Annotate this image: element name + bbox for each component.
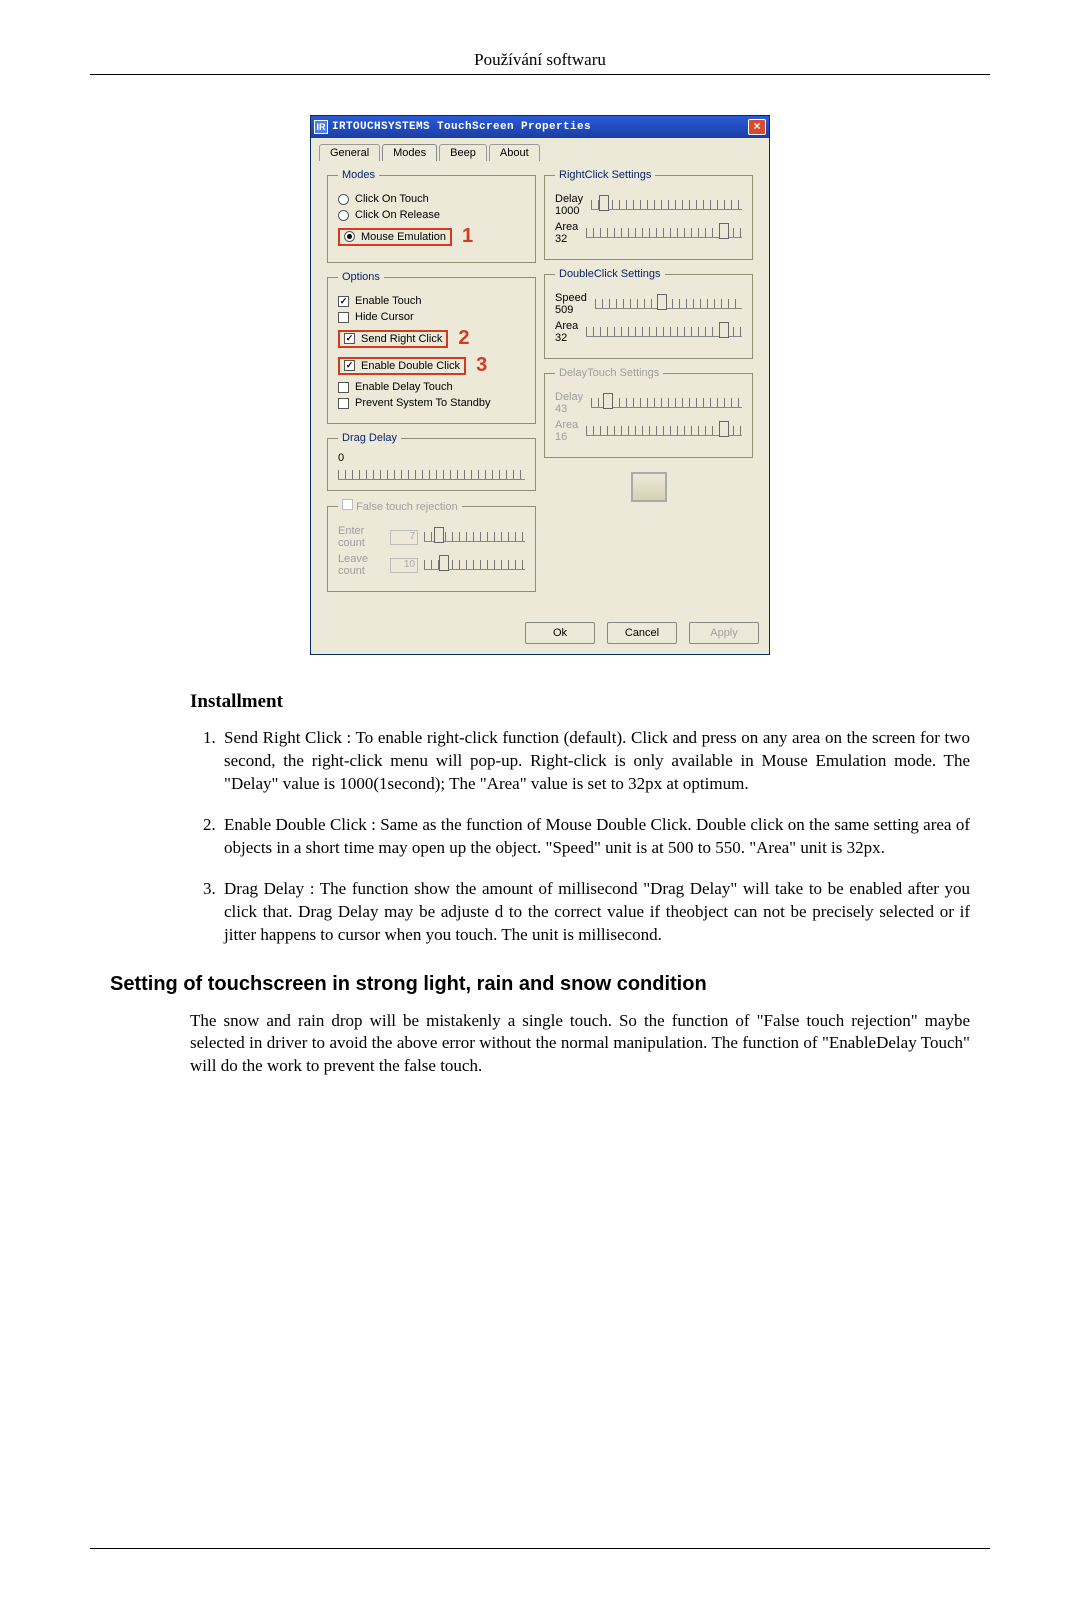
rc-delay-label: Delay: [555, 193, 583, 205]
radio-click-on-touch[interactable]: [338, 194, 349, 205]
drag-delay-legend: Drag Delay: [338, 432, 401, 444]
env-heading: Setting of touchscreen in strong light, …: [110, 973, 970, 996]
dc-area-label: Area: [555, 320, 578, 332]
doubleclick-preview-icon: [631, 472, 667, 502]
label-prevent-standby: Prevent System To Standby: [355, 397, 491, 409]
chk-send-right-click[interactable]: [344, 333, 355, 344]
chk-enable-delay-touch[interactable]: [338, 382, 349, 393]
rc-area-value: 32: [555, 233, 578, 245]
app-icon: IR: [314, 120, 328, 134]
installment-list: Send Right Click : To enable right-click…: [220, 727, 970, 947]
tab-general[interactable]: General: [319, 144, 380, 161]
ok-button[interactable]: Ok: [525, 622, 595, 644]
options-legend: Options: [338, 271, 384, 283]
drag-delay-group: Drag Delay 0: [327, 432, 536, 491]
modes-tab-panel: Modes Click On Touch Click On Release Mo…: [319, 161, 761, 608]
rc-area-slider[interactable]: [586, 228, 742, 238]
enter-count-value[interactable]: 7: [390, 530, 418, 545]
false-touch-group: False touch rejection Enter count 7 Leav…: [327, 499, 536, 592]
leave-count-value[interactable]: 10: [390, 558, 418, 573]
chk-enable-touch[interactable]: [338, 296, 349, 307]
leave-count-slider[interactable]: [424, 560, 525, 570]
list-item: Send Right Click : To enable right-click…: [220, 727, 970, 796]
dc-area-value: 32: [555, 332, 578, 344]
delaytouch-legend: DelayTouch Settings: [555, 367, 663, 379]
chk-hide-cursor[interactable]: [338, 312, 349, 323]
dc-speed-value: 509: [555, 304, 587, 316]
radio-mouse-emulation[interactable]: [344, 231, 355, 242]
cancel-button[interactable]: Cancel: [607, 622, 677, 644]
dt-delay-label: Delay: [555, 391, 583, 403]
dc-speed-slider[interactable]: [595, 299, 742, 309]
label-click-on-release: Click On Release: [355, 209, 440, 221]
drag-delay-slider[interactable]: [338, 470, 525, 480]
chk-enable-double-click[interactable]: [344, 360, 355, 371]
dt-area-value: 16: [555, 431, 578, 443]
window-title: IRTOUCHSYSTEMS TouchScreen Properties: [332, 121, 591, 133]
dialog-buttons: Ok Cancel Apply: [311, 616, 769, 654]
rc-delay-value: 1000: [555, 205, 583, 217]
rc-area-label: Area: [555, 221, 578, 233]
options-group: Options Enable Touch Hide Cursor Send Ri…: [327, 271, 536, 424]
doubleclick-legend: DoubleClick Settings: [555, 268, 665, 280]
env-paragraph: The snow and rain drop will be mistakenl…: [190, 1010, 970, 1079]
label-enable-touch: Enable Touch: [355, 295, 421, 307]
apply-button[interactable]: Apply: [689, 622, 759, 644]
modes-group: Modes Click On Touch Click On Release Mo…: [327, 169, 536, 263]
false-touch-legend: False touch rejection: [338, 499, 462, 513]
label-enable-double-click: Enable Double Click: [361, 360, 460, 372]
list-item: Enable Double Click : Same as the functi…: [220, 814, 970, 860]
label-enable-delay-touch: Enable Delay Touch: [355, 381, 453, 393]
label-mouse-emulation: Mouse Emulation: [361, 231, 446, 243]
tab-about[interactable]: About: [489, 144, 540, 161]
leave-count-label: Leave count: [338, 553, 384, 577]
chk-false-touch[interactable]: [342, 499, 353, 510]
annotation-3: 3: [476, 354, 487, 377]
rightclick-group: RightClick Settings Delay 1000 Area 32: [544, 169, 753, 260]
dt-delay-value: 43: [555, 403, 583, 415]
drag-delay-value: 0: [338, 452, 525, 464]
delaytouch-group: DelayTouch Settings Delay 43 Area 16: [544, 367, 753, 458]
rc-delay-slider[interactable]: [591, 200, 742, 210]
dt-area-slider[interactable]: [586, 426, 742, 436]
chk-prevent-standby[interactable]: [338, 398, 349, 409]
rightclick-legend: RightClick Settings: [555, 169, 655, 181]
title-bar: IR IRTOUCHSYSTEMS TouchScreen Properties…: [311, 116, 769, 138]
dc-speed-label: Speed: [555, 292, 587, 304]
modes-legend: Modes: [338, 169, 379, 181]
radio-click-on-release[interactable]: [338, 210, 349, 221]
tab-strip: General Modes Beep About: [311, 138, 769, 161]
label-click-on-touch: Click On Touch: [355, 193, 429, 205]
annotation-1: 1: [462, 225, 473, 248]
doubleclick-group: DoubleClick Settings Speed 509 Area 32: [544, 268, 753, 359]
tab-beep[interactable]: Beep: [439, 144, 487, 161]
dt-area-label: Area: [555, 419, 578, 431]
enter-count-slider[interactable]: [424, 532, 525, 542]
enter-count-label: Enter count: [338, 525, 384, 549]
list-item: Drag Delay : The function show the amoun…: [220, 878, 970, 947]
dc-area-slider[interactable]: [586, 327, 742, 337]
annotation-2: 2: [458, 327, 469, 350]
label-hide-cursor: Hide Cursor: [355, 311, 414, 323]
label-send-right-click: Send Right Click: [361, 333, 442, 345]
page-header: Používání softwaru: [90, 50, 990, 75]
tab-modes[interactable]: Modes: [382, 144, 437, 161]
dialog-window: IR IRTOUCHSYSTEMS TouchScreen Properties…: [310, 115, 770, 655]
close-icon[interactable]: ×: [748, 119, 766, 135]
installment-heading: Installment: [190, 691, 970, 713]
footer-divider: [90, 1548, 990, 1549]
dt-delay-slider[interactable]: [591, 398, 742, 408]
